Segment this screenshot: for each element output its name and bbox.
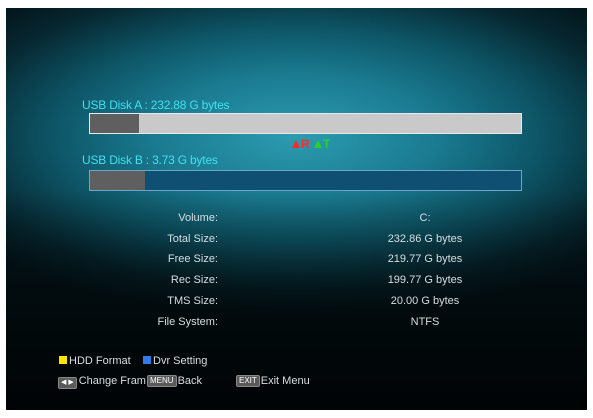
tms-indicator: T <box>314 137 330 151</box>
info-row-tms-size: TMS Size: 20.00 G bytes <box>6 295 587 311</box>
storage-info-screen: USB Disk A : 232.88 G bytes R T USB Disk… <box>6 8 587 410</box>
info-value: NTFS <box>410 316 440 328</box>
usb-disk-a-label: USB Disk A : 232.88 G bytes <box>82 98 230 112</box>
usb-disk-a-used-fill <box>90 114 139 133</box>
rec-indicator: R <box>292 137 310 151</box>
info-value: 232.86 G bytes <box>387 233 463 245</box>
change-frame-label: Change Fram <box>78 375 146 387</box>
info-row-rec-size: Rec Size: 199.77 G bytes <box>6 274 587 290</box>
tms-indicator-label: T <box>323 137 331 151</box>
info-label: Volume: <box>178 212 218 224</box>
rec-triangle-icon <box>292 140 300 148</box>
rec-indicator-label: R <box>301 137 310 151</box>
usb-disk-a-usage-bar <box>89 113 522 134</box>
back-label: Back <box>177 375 203 387</box>
tms-triangle-icon <box>314 140 322 148</box>
usb-disk-b-label: USB Disk B : 3.73 G bytes <box>82 153 218 167</box>
info-value: 20.00 G bytes <box>390 295 460 307</box>
dvr-setting-label: Dvr Setting <box>153 355 208 367</box>
info-row-free-size: Free Size: 219.77 G bytes <box>6 253 587 269</box>
info-label: File System: <box>157 316 218 328</box>
info-value: C: <box>419 212 431 224</box>
legend-back[interactable]: MENU Back <box>147 375 202 387</box>
left-right-arrows-icon: ◀ ▶ <box>58 377 77 389</box>
legend-dvr-setting[interactable]: Dvr Setting <box>143 355 207 367</box>
info-label: Free Size: <box>167 253 218 265</box>
info-row-file-system: File System: NTFS <box>6 316 587 332</box>
yellow-key-icon <box>59 356 67 364</box>
usb-disk-b-usage-bar <box>89 170 522 191</box>
info-row-volume: Volume: C: <box>6 212 587 228</box>
legend-change-frame[interactable]: ◀ ▶ Change Fram <box>58 375 146 389</box>
info-label: Total Size: <box>167 233 218 245</box>
legend-exit-menu[interactable]: EXIT Exit Menu <box>236 375 310 387</box>
exit-menu-label: Exit Menu <box>260 375 310 387</box>
menu-key-icon: MENU <box>147 375 177 387</box>
hdd-format-label: HDD Format <box>69 355 131 367</box>
legend-hdd-format[interactable]: HDD Format <box>59 355 131 367</box>
info-label: Rec Size: <box>170 274 218 286</box>
exit-key-icon: EXIT <box>236 375 260 387</box>
info-row-total-size: Total Size: 232.86 G bytes <box>6 233 587 249</box>
usb-disk-b-used-fill <box>90 171 145 190</box>
info-value: 199.77 G bytes <box>387 274 463 286</box>
info-label: TMS Size: <box>167 295 218 307</box>
blue-key-icon <box>143 356 151 364</box>
info-value: 219.77 G bytes <box>387 253 463 265</box>
